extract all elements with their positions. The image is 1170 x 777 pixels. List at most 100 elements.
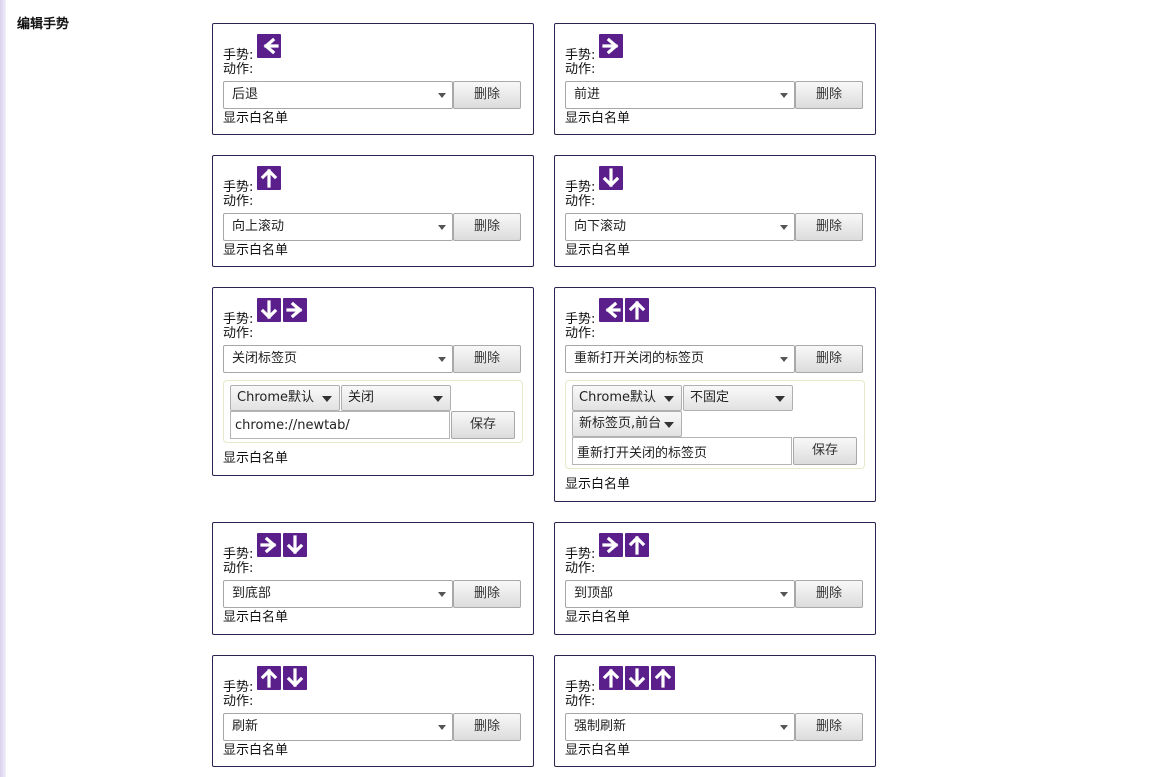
chevron-down-icon [780, 725, 788, 730]
action-select[interactable]: 向上滚动 [223, 213, 453, 241]
action-label: 动作: [565, 326, 596, 341]
arrow-right-icon [283, 298, 308, 322]
action-select[interactable]: 关闭标签页 [223, 345, 453, 373]
delete-button[interactable]: 删除 [795, 81, 863, 109]
action-label: 动作: [223, 694, 254, 709]
options-panel: Chrome默认 不固定 新标签页,前台 保存 [565, 380, 865, 469]
chevron-down-icon [664, 422, 674, 428]
whitelist-link[interactable]: 显示白名单 [223, 451, 288, 467]
arrow-down-icon [283, 533, 308, 557]
action-select-value: 到顶部 [574, 586, 614, 601]
whitelist-link[interactable]: 显示白名单 [565, 111, 630, 127]
whitelist-link[interactable]: 显示白名单 [565, 743, 630, 759]
action-select[interactable]: 重新打开关闭的标签页 [565, 345, 795, 373]
action-select-value: 后退 [232, 87, 259, 102]
tab-position-dropdown-value: 新标签页,前台 [579, 416, 662, 431]
chevron-down-icon [775, 396, 785, 402]
whitelist-link[interactable]: 显示白名单 [565, 243, 630, 259]
delete-button[interactable]: 删除 [795, 213, 863, 241]
action-select[interactable]: 强制刷新 [565, 713, 795, 741]
gesture-icons [257, 298, 308, 322]
chevron-down-icon [433, 396, 443, 402]
action-select-value: 前进 [574, 87, 601, 102]
delete-button[interactable]: 删除 [453, 81, 521, 109]
gesture-icons [257, 34, 282, 58]
gesture-icons [599, 666, 676, 690]
whitelist-link[interactable]: 显示白名单 [223, 610, 288, 626]
gesture-icons [599, 34, 624, 58]
chevron-down-icon [780, 357, 788, 362]
action-label: 动作: [223, 194, 254, 209]
delete-button[interactable]: 删除 [453, 580, 521, 608]
delete-button[interactable]: 删除 [795, 345, 863, 373]
browser-dropdown-value: Chrome默认 [237, 390, 314, 405]
browser-dropdown[interactable]: Chrome默认 [572, 385, 682, 411]
mode-dropdown[interactable]: 关闭 [341, 385, 451, 411]
gesture-icons [257, 533, 308, 557]
delete-button[interactable]: 删除 [795, 580, 863, 608]
action-label: 动作: [223, 561, 254, 576]
delete-button[interactable]: 删除 [795, 713, 863, 741]
gesture-icons [599, 533, 650, 557]
options-panel: Chrome默认 关闭 保存 [223, 380, 523, 443]
chevron-down-icon [780, 592, 788, 597]
arrow-up-icon [257, 166, 282, 190]
browser-dropdown[interactable]: Chrome默认 [230, 385, 340, 411]
action-select-value: 向上滚动 [232, 219, 285, 234]
gesture-card: 手势: 动作: 重新打开关闭的标签页 删除 Chrome默认 不固定 新标签页,… [554, 287, 876, 502]
whitelist-link[interactable]: 显示白名单 [565, 610, 630, 626]
arrow-down-icon [283, 666, 308, 690]
action-label: 动作: [223, 62, 254, 77]
whitelist-link[interactable]: 显示白名单 [223, 111, 288, 127]
action-select[interactable]: 后退 [223, 81, 453, 109]
chevron-down-icon [322, 396, 332, 402]
gesture-card: 手势: 动作: 强制刷新 删除 显示白名单 [554, 655, 876, 767]
whitelist-link[interactable]: 显示白名单 [223, 743, 288, 759]
action-label: 动作: [565, 561, 596, 576]
url-input[interactable] [230, 411, 450, 439]
action-select-value: 强制刷新 [574, 719, 627, 734]
pin-dropdown-value: 不固定 [690, 390, 730, 405]
action-select[interactable]: 前进 [565, 81, 795, 109]
gesture-icons [599, 166, 624, 190]
gesture-card: 手势: 动作: 到顶部 删除 显示白名单 [554, 522, 876, 635]
arrow-up-icon [625, 298, 650, 322]
action-select[interactable]: 到底部 [223, 580, 453, 608]
save-button[interactable]: 保存 [451, 411, 515, 439]
save-button[interactable]: 保存 [793, 437, 857, 465]
gesture-card: 手势: 动作: 前进 删除 显示白名单 [554, 23, 876, 135]
action-select[interactable]: 刷新 [223, 713, 453, 741]
chevron-down-icon [780, 225, 788, 230]
gesture-card: 手势: 动作: 向上滚动 删除 显示白名单 [212, 155, 534, 267]
tab-position-dropdown[interactable]: 新标签页,前台 [572, 411, 682, 437]
title-input[interactable] [572, 437, 792, 465]
delete-button[interactable]: 删除 [453, 213, 521, 241]
action-label: 动作: [223, 326, 254, 341]
chevron-down-icon [664, 396, 674, 402]
delete-button[interactable]: 删除 [453, 713, 521, 741]
chevron-down-icon [438, 357, 446, 362]
left-edge-bar [0, 0, 6, 777]
action-select-value: 刷新 [232, 719, 259, 734]
arrow-up-icon [625, 533, 650, 557]
arrow-up-icon [651, 666, 676, 690]
action-label: 动作: [565, 62, 596, 77]
arrow-right-icon [599, 34, 624, 58]
gesture-card: 手势: 动作: 向下滚动 删除 显示白名单 [554, 155, 876, 267]
pin-dropdown[interactable]: 不固定 [683, 385, 793, 411]
gesture-icons [257, 666, 308, 690]
whitelist-link[interactable]: 显示白名单 [223, 243, 288, 259]
whitelist-link[interactable]: 显示白名单 [565, 477, 630, 493]
browser-dropdown-value: Chrome默认 [579, 390, 656, 405]
action-select-value: 到底部 [232, 586, 272, 601]
delete-button[interactable]: 删除 [453, 345, 521, 373]
action-select[interactable]: 到顶部 [565, 580, 795, 608]
action-select[interactable]: 向下滚动 [565, 213, 795, 241]
arrow-down-icon [257, 298, 282, 322]
gesture-icons [599, 298, 650, 322]
action-select-value: 重新打开关闭的标签页 [574, 351, 705, 366]
arrow-right-icon [257, 533, 282, 557]
arrow-down-icon [599, 166, 624, 190]
gesture-card: 手势: 动作: 刷新 删除 显示白名单 [212, 655, 534, 767]
gesture-card: 手势: 动作: 后退 删除 显示白名单 [212, 23, 534, 135]
